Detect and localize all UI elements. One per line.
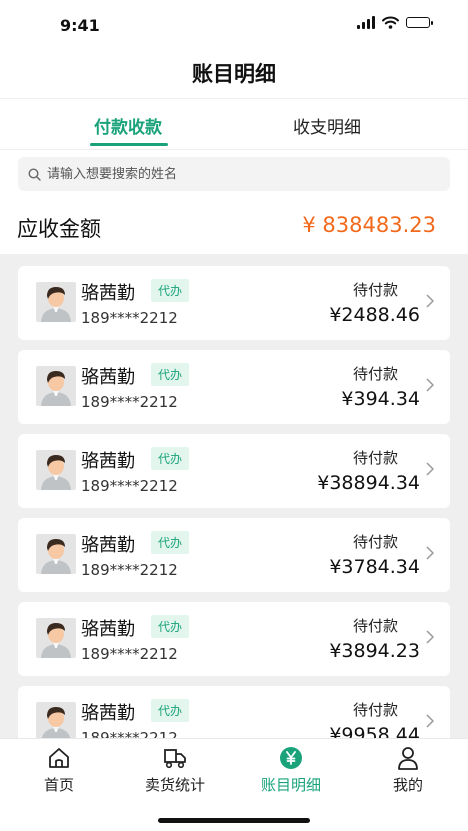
record-card[interactable]: 骆茜勤 代办 189****2212 待付款 ¥2488.46 [18, 266, 450, 340]
payment-status: 待付款 [352, 617, 398, 635]
receivable-amount: ¥ 838483.23 [302, 213, 436, 237]
chevron-right-icon [426, 378, 434, 392]
status-time: 9:41 [60, 16, 100, 35]
receivable-summary: 应收金额 ¥ 838483.23 [0, 200, 468, 254]
record-name: 骆茜勤 [81, 283, 135, 304]
record-card[interactable]: 骆茜勤 代办 189****2212 待付款 ¥3784.34 [18, 518, 450, 592]
record-phone: 189****2212 [81, 393, 178, 411]
payment-status: 待付款 [352, 533, 398, 551]
avatar [36, 618, 76, 658]
record-amount: ¥3894.23 [329, 640, 420, 662]
avatar [36, 534, 76, 574]
record-phone: 189****2212 [81, 561, 178, 579]
search-icon [28, 167, 41, 181]
payment-status: 待付款 [352, 449, 398, 467]
receivable-label: 应收金额 [17, 217, 101, 241]
nav-label: 我的 [392, 776, 423, 794]
nav-label: 卖货统计 [144, 776, 205, 794]
record-amount: ¥2488.46 [329, 304, 420, 326]
nav-label: 首页 [43, 776, 74, 794]
nav-item-profile[interactable]: 我的 [358, 745, 458, 795]
tab-payments[interactable]: 付款收款 [90, 113, 168, 146]
record-list[interactable]: 骆茜勤 代办 189****2212 待付款 ¥2488.46 骆茜勤 代办 1… [0, 254, 468, 738]
home-icon [49, 748, 69, 768]
payment-status: 待付款 [352, 365, 398, 383]
search-input[interactable] [45, 165, 429, 183]
nav-item-account-details[interactable]: 账目明细 [241, 745, 341, 795]
agent-badge: 代办 [151, 279, 190, 302]
agent-badge: 代办 [151, 615, 190, 638]
search-bar[interactable] [18, 157, 450, 191]
agent-badge: 代办 [151, 531, 190, 554]
agent-badge: 代办 [151, 447, 190, 470]
yen-icon [280, 747, 302, 769]
chevron-right-icon [426, 462, 434, 476]
chevron-right-icon [426, 714, 434, 728]
tab-label: 付款收款 [94, 118, 162, 138]
chevron-right-icon [426, 546, 434, 560]
record-card[interactable]: 骆茜勤 代办 189****2212 待付款 ¥9958.44 [18, 686, 450, 738]
truck-icon [164, 749, 186, 769]
avatar [36, 366, 76, 406]
record-card[interactable]: 骆茜勤 代办 189****2212 待付款 ¥394.34 [18, 350, 450, 424]
avatar [36, 702, 76, 738]
wifi-icon [382, 16, 399, 29]
payment-status: 待付款 [352, 701, 398, 719]
record-name: 骆茜勤 [81, 535, 135, 556]
avatar [36, 282, 76, 322]
record-name: 骆茜勤 [81, 451, 135, 472]
record-amount: ¥38894.34 [317, 472, 420, 494]
record-phone: 189****2212 [81, 477, 178, 495]
record-name: 骆茜勤 [81, 367, 135, 388]
tab-label: 收支明细 [293, 118, 361, 138]
status-icons [357, 16, 433, 29]
agent-badge: 代办 [151, 363, 190, 386]
tab-bar: 付款收款 收支明细 [0, 98, 468, 150]
agent-badge: 代办 [151, 699, 190, 722]
record-card[interactable]: 骆茜勤 代办 189****2212 待付款 ¥38894.34 [18, 434, 450, 508]
home-indicator [158, 818, 310, 823]
record-phone: 189****2212 [81, 645, 178, 663]
signal-icon [357, 16, 375, 29]
record-name: 骆茜勤 [81, 619, 135, 640]
record-amount: ¥9958.44 [329, 724, 420, 738]
battery-icon [406, 17, 433, 28]
page-title: 账目明细 [192, 62, 276, 86]
record-amount: ¥394.34 [341, 388, 420, 410]
nav-item-home[interactable]: 首页 [9, 745, 109, 795]
nav-label: 账目明细 [260, 776, 321, 794]
tab-income-expense[interactable]: 收支明细 [293, 113, 361, 138]
payment-status: 待付款 [352, 281, 398, 299]
record-phone: 189****2212 [81, 309, 178, 327]
chevron-right-icon [426, 294, 434, 308]
nav-item-sales-stats[interactable]: 卖货统计 [125, 745, 225, 795]
record-amount: ¥3784.34 [329, 556, 420, 578]
status-bar: 9:41 [0, 0, 468, 52]
user-icon [398, 747, 418, 770]
tab-active-indicator [90, 143, 168, 146]
record-phone: 189****2212 [81, 729, 178, 738]
record-name: 骆茜勤 [81, 703, 135, 724]
record-card[interactable]: 骆茜勤 代办 189****2212 待付款 ¥3894.23 [18, 602, 450, 676]
chevron-right-icon [426, 630, 434, 644]
avatar [36, 450, 76, 490]
